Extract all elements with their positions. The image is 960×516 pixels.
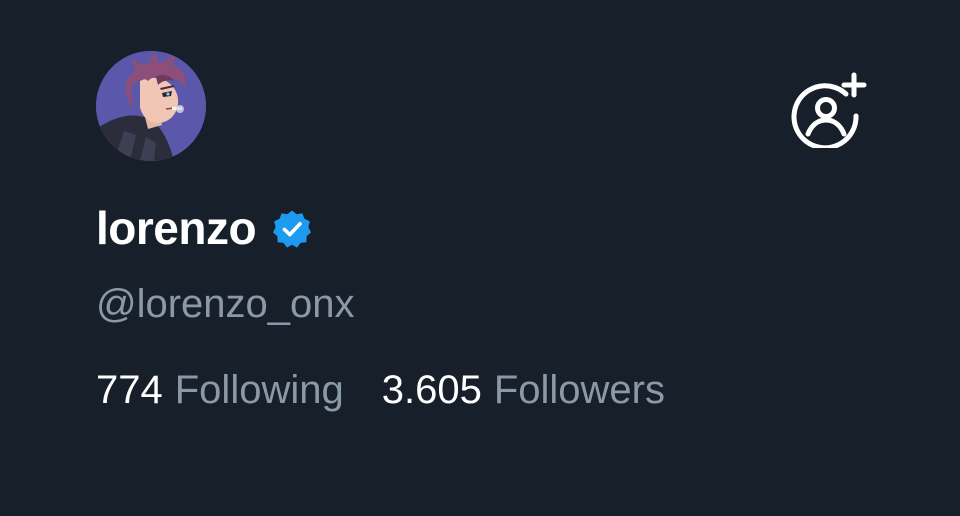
verified-check-icon: [273, 210, 312, 248]
avatar-image: [96, 51, 206, 161]
following-label: Following: [174, 368, 344, 412]
followers-label: Followers: [493, 368, 665, 412]
add-user-icon: [791, 72, 867, 148]
profile-stats: 774 Following 3.605 Followers: [96, 364, 665, 416]
followers-link[interactable]: 3.605 Followers: [382, 364, 665, 416]
verified-badge-icon[interactable]: [272, 209, 312, 249]
user-handle: @lorenzo_onx: [96, 282, 355, 326]
followers-count: 3.605: [381, 368, 482, 412]
follow-button[interactable]: [788, 72, 868, 148]
profile-card: lorenzo @lorenzo_onx 774 Following 3.605…: [0, 0, 960, 516]
name-row: lorenzo: [96, 200, 312, 256]
following-count: 774: [96, 368, 163, 412]
display-name: lorenzo: [96, 202, 257, 254]
avatar[interactable]: [96, 51, 206, 161]
following-link[interactable]: 774 Following: [96, 364, 344, 416]
